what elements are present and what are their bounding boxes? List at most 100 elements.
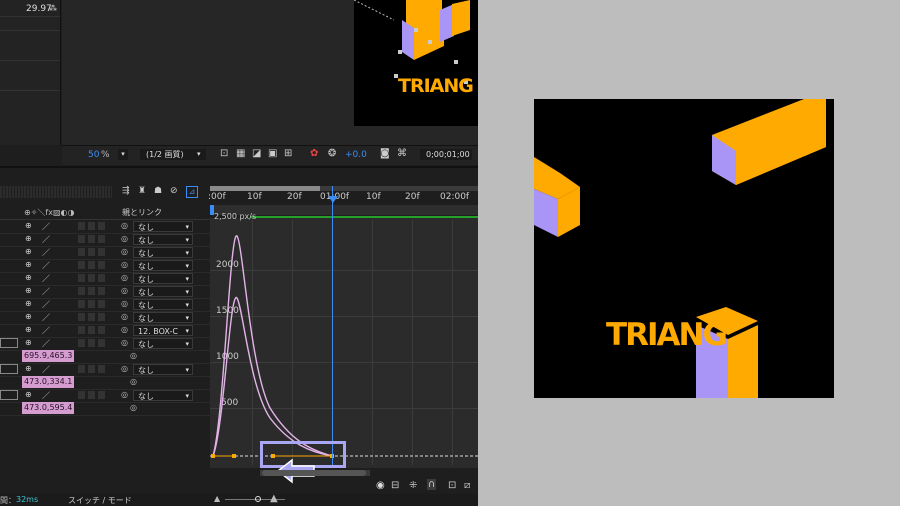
quality-switch-icon[interactable]: ／ xyxy=(42,234,50,245)
quality-switch-icon[interactable]: ／ xyxy=(42,390,50,401)
parent-dropdown[interactable]: なし ▾ xyxy=(133,234,193,245)
collapse-switch-icon[interactable]: ⊕ xyxy=(25,338,32,347)
pickwhip-icon[interactable]: ◎ xyxy=(130,377,137,386)
color-channels-icon[interactable]: ✿ xyxy=(310,148,318,159)
quality-switch-icon[interactable]: ／ xyxy=(42,273,50,284)
switch-box[interactable] xyxy=(98,222,105,230)
zoom-value[interactable]: 50 xyxy=(88,150,99,160)
switch-box[interactable] xyxy=(78,339,85,347)
layer-row[interactable]: ⊕ ／ ◎ なし ▾ xyxy=(0,272,210,286)
pickwhip-icon[interactable]: ◎ xyxy=(121,273,128,282)
pickwhip-icon[interactable]: ◎ xyxy=(121,234,128,243)
layer-row[interactable]: ⊕ ／ ◎ なし ▾ xyxy=(0,311,210,325)
pickwhip-icon[interactable]: ◎ xyxy=(121,325,128,334)
pickwhip-icon[interactable]: ◎ xyxy=(121,260,128,269)
parent-dropdown[interactable]: なし ▾ xyxy=(133,286,193,297)
zoom-in-mountain-icon[interactable]: ▲ xyxy=(270,493,278,504)
pickwhip-icon[interactable]: ◎ xyxy=(130,351,137,360)
parent-dropdown[interactable]: なし ▾ xyxy=(133,364,193,375)
switch-box[interactable] xyxy=(78,235,85,243)
mask-toggle-icon[interactable]: ◪ xyxy=(252,148,261,159)
property-row[interactable]: 473.0,334.1 ◎ xyxy=(0,376,210,390)
position-value[interactable]: 473.0,595.4 xyxy=(22,402,75,414)
quality-switch-icon[interactable]: ／ xyxy=(42,286,50,297)
switch-box[interactable] xyxy=(78,287,85,295)
switch-box[interactable] xyxy=(78,365,85,373)
timecode-field[interactable]: 0;00;01;00 xyxy=(420,149,472,160)
layer-row[interactable]: ⊕ ／ ◎ なし ▾ xyxy=(0,220,210,234)
switch-box[interactable] xyxy=(78,261,85,269)
switch-box[interactable] xyxy=(88,313,95,321)
graph-editor-toggle[interactable]: ⊿ xyxy=(186,186,198,198)
collapse-switch-icon[interactable]: ⊕ xyxy=(25,325,32,334)
region-of-interest-icon[interactable]: ⊡ xyxy=(220,148,228,159)
switch-box[interactable] xyxy=(78,313,85,321)
pickwhip-icon[interactable]: ◎ xyxy=(121,221,128,230)
pickwhip-icon[interactable]: ◎ xyxy=(121,364,128,373)
switch-box[interactable] xyxy=(98,339,105,347)
pickwhip-icon[interactable]: ◎ xyxy=(121,247,128,256)
parent-dropdown[interactable]: なし ▾ xyxy=(133,260,193,271)
switch-box[interactable] xyxy=(78,274,85,282)
transform-box-icon[interactable]: ⁜ xyxy=(409,480,417,491)
switch-box[interactable] xyxy=(78,222,85,230)
switch-box[interactable] xyxy=(98,365,105,373)
switch-box[interactable] xyxy=(88,300,95,308)
collapse-switch-icon[interactable]: ⊕ xyxy=(25,364,32,373)
switch-box[interactable] xyxy=(98,391,105,399)
quality-switch-icon[interactable]: ／ xyxy=(42,338,50,349)
switch-box[interactable] xyxy=(88,326,95,334)
parent-dropdown[interactable]: なし ▾ xyxy=(133,338,193,349)
collapse-switch-icon[interactable]: ⊕ xyxy=(25,260,32,269)
collapse-switch-icon[interactable]: ⊕ xyxy=(25,221,32,230)
property-row[interactable]: 695.9,465.3 ◎ xyxy=(0,350,210,364)
eye-icon[interactable]: ◉ xyxy=(376,480,385,491)
switch-box[interactable] xyxy=(98,235,105,243)
current-time-indicator-head[interactable] xyxy=(328,196,338,203)
snap-icon[interactable]: ∩ xyxy=(427,479,437,490)
exposure-reset-icon[interactable]: ❂ xyxy=(328,148,336,159)
switch-box[interactable] xyxy=(98,313,105,321)
parent-dropdown[interactable]: なし ▾ xyxy=(133,390,193,401)
current-time-indicator[interactable] xyxy=(332,186,333,466)
zoom-out-mountain-icon[interactable]: ▲ xyxy=(214,494,220,503)
pickwhip-icon[interactable]: ◎ xyxy=(121,286,128,295)
switch-box[interactable] xyxy=(78,391,85,399)
layer-row[interactable]: ⊕ ／ ◎ なし ▾ xyxy=(0,233,210,247)
switch-box[interactable] xyxy=(88,365,95,373)
layer-row[interactable]: ⊕ ／ ◎ なし ▾ xyxy=(0,298,210,312)
show-snapshot-icon[interactable]: ⌘ xyxy=(397,148,407,159)
switch-box[interactable] xyxy=(88,261,95,269)
exposure-value[interactable]: +0.0 xyxy=(345,150,367,160)
switch-box[interactable] xyxy=(88,248,95,256)
switch-box[interactable] xyxy=(98,326,105,334)
parent-dropdown[interactable]: なし ▾ xyxy=(133,299,193,310)
quality-switch-icon[interactable]: ／ xyxy=(42,299,50,310)
zoom-dropdown[interactable]: ▾ xyxy=(118,149,128,160)
graph-scroll-thumb[interactable] xyxy=(262,470,366,476)
switch-mode-toggle[interactable]: スイッチ / モード xyxy=(68,495,132,506)
work-area-bar[interactable] xyxy=(210,186,478,191)
collapse-switch-icon[interactable]: ⊕ xyxy=(25,312,32,321)
switch-box[interactable] xyxy=(78,326,85,334)
parent-dropdown[interactable]: なし ▾ xyxy=(133,273,193,284)
collapse-switch-icon[interactable]: ⊕ xyxy=(25,234,32,243)
graph-scrollbar[interactable] xyxy=(260,470,370,476)
layer-row[interactable]: ⊕ ／ ◎ 12. BOX-C ▾ xyxy=(0,324,210,338)
collapse-switch-icon[interactable]: ⊕ xyxy=(25,273,32,282)
grid-toggle-icon[interactable]: ▣ xyxy=(268,148,277,159)
layer-row[interactable]: ⊕ ／ ◎ なし ▾ xyxy=(0,259,210,273)
switch-box[interactable] xyxy=(88,222,95,230)
guides-icon[interactable]: ⊞ xyxy=(284,148,292,159)
motion-blur-icon[interactable]: ⊘ xyxy=(170,186,178,196)
switch-box[interactable] xyxy=(88,274,95,282)
snapshot-camera-icon[interactable]: ◙ xyxy=(380,148,390,159)
collapse-switch-icon[interactable]: ⊕ xyxy=(25,299,32,308)
layer-row[interactable]: ⊕ ／ ◎ なし ▾ xyxy=(0,246,210,260)
collapse-switch-icon[interactable]: ⊕ xyxy=(25,390,32,399)
quality-switch-icon[interactable]: ／ xyxy=(42,247,50,258)
switch-box[interactable] xyxy=(98,248,105,256)
pickwhip-icon[interactable]: ◎ xyxy=(121,390,128,399)
comp-mini-flowchart-icon[interactable]: ⇶ xyxy=(122,186,130,196)
quality-switch-icon[interactable]: ／ xyxy=(42,221,50,232)
